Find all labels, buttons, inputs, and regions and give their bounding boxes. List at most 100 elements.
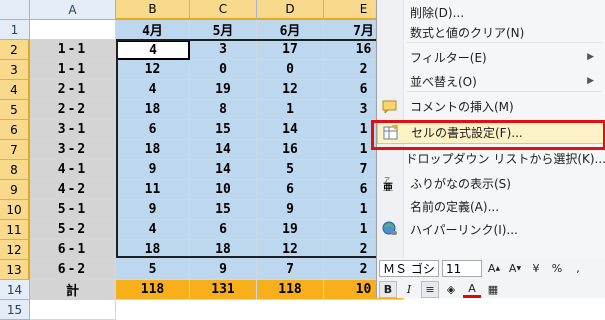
data-cell[interactable]: 12 [116,60,190,80]
total-cell[interactable]: 118 [257,280,324,300]
label-cell[interactable]: 5-2 [30,220,116,240]
menu-item-7[interactable]: ア亜ふりがなの表示(S) [377,171,605,195]
data-cell[interactable]: 5 [116,260,190,280]
row-header-15[interactable]: 15 [0,300,30,320]
data-cell[interactable]: 6 [116,120,190,140]
row-header-4[interactable]: 4 [0,80,30,100]
select-all-corner[interactable] [0,0,30,20]
row-header-12[interactable]: 12 [0,240,30,260]
row-header-13[interactable]: 13 [0,260,30,280]
data-cell[interactable]: 0 [257,60,324,80]
data-cell[interactable]: 16 [257,140,324,160]
bold-icon[interactable]: B [379,281,397,298]
label-cell[interactable]: 6-2 [30,260,116,280]
data-cell[interactable]: 6 [257,180,324,200]
label-cell[interactable]: 2-1 [30,80,116,100]
menu-item-8[interactable]: 名前の定義(A)... [377,194,605,218]
column-header-C[interactable]: C [190,0,257,20]
font-size-box[interactable]: 11 [442,260,482,277]
row-header-10[interactable]: 10 [0,200,30,220]
row-header-2[interactable]: 2 [0,40,30,60]
row-header-14[interactable]: 14 [0,280,30,300]
row-header-11[interactable]: 11 [0,220,30,240]
data-cell[interactable]: 0 [190,60,257,80]
currency-format-icon[interactable]: ¥ [527,260,545,277]
total-label[interactable]: 計 [30,280,116,300]
menu-item-6[interactable]: ドロップダウン リストから選択(K)... [377,146,605,170]
header-cell-D[interactable]: 6月 [257,20,324,40]
data-cell[interactable]: 18 [190,240,257,260]
label-cell[interactable]: 4-2 [30,180,116,200]
font-color-icon[interactable]: A [463,281,481,298]
data-cell[interactable]: 15 [190,120,257,140]
data-cell[interactable]: 18 [116,240,190,260]
row-header-8[interactable]: 8 [0,160,30,180]
data-cell[interactable]: 12 [257,240,324,260]
data-cell[interactable]: 18 [116,100,190,120]
column-header-A[interactable]: A [30,0,116,20]
data-cell[interactable]: 14 [190,140,257,160]
row-header-1[interactable]: 1 [0,20,30,40]
label-cell[interactable]: 3-2 [30,140,116,160]
total-cell[interactable]: 118 [116,280,190,300]
menu-item-4[interactable]: コメントの挿入(M) [377,94,605,118]
cell-A1[interactable] [30,20,116,40]
percent-format-icon[interactable]: % [548,260,566,277]
data-cell[interactable]: 1 [257,100,324,120]
data-cell[interactable]: 18 [116,140,190,160]
label-cell[interactable]: 6-1 [30,240,116,260]
column-header-row: ABCDE [0,0,404,20]
data-cell[interactable]: 15 [190,200,257,220]
row-header-9[interactable]: 9 [0,180,30,200]
shrink-font-icon[interactable]: A▼ [506,260,524,277]
menu-item-5[interactable]: セルの書式設定(F)... [377,120,605,144]
menu-item-2[interactable]: フィルター(E)▶ [377,45,605,69]
menu-item-9[interactable]: ハイパーリンク(I)... [377,217,605,241]
fill-color-icon[interactable]: ◈ [442,281,460,298]
total-cell[interactable]: 131 [190,280,257,300]
data-cell[interactable]: 9 [257,200,324,220]
label-cell[interactable]: 1-1 [30,60,116,80]
data-cell[interactable]: 6 [190,220,257,240]
data-cell[interactable]: 9 [190,260,257,280]
data-cell[interactable]: 12 [257,80,324,100]
borders-icon[interactable]: ▦ [484,281,502,298]
data-cell[interactable]: 5 [257,160,324,180]
empty-cell[interactable] [30,300,116,320]
data-cell[interactable]: 19 [257,220,324,240]
data-cell[interactable]: 17 [257,40,324,60]
menu-item-1[interactable]: 数式と値のクリア(N) [377,20,605,44]
header-cell-B[interactable]: 4月 [116,20,190,40]
label-cell[interactable]: 2-2 [30,100,116,120]
align-center-icon[interactable]: ≡ [421,281,439,298]
data-cell[interactable]: 9 [116,200,190,220]
row-header-5[interactable]: 5 [0,100,30,120]
data-cell[interactable]: 11 [116,180,190,200]
column-header-B[interactable]: B [116,0,190,20]
comma-format-icon[interactable]: , [569,260,587,277]
row-header-3[interactable]: 3 [0,60,30,80]
data-cell[interactable]: 9 [116,160,190,180]
data-cell[interactable]: 14 [190,160,257,180]
data-cell[interactable]: 7 [257,260,324,280]
label-cell[interactable]: 5-1 [30,200,116,220]
data-cell[interactable]: 8 [190,100,257,120]
data-cell[interactable]: 4 [116,40,190,60]
font-name-box[interactable]: ＭＳ ゴシ [379,260,439,277]
data-cell[interactable]: 10 [190,180,257,200]
data-cell[interactable]: 4 [116,220,190,240]
label-cell[interactable]: 4-1 [30,160,116,180]
header-cell-C[interactable]: 5月 [190,20,257,40]
data-cell[interactable]: 4 [116,80,190,100]
row-header-6[interactable]: 6 [0,120,30,140]
data-cell[interactable]: 19 [190,80,257,100]
italic-icon[interactable]: I [400,281,418,298]
data-cell[interactable]: 3 [190,40,257,60]
label-cell[interactable]: 3-1 [30,120,116,140]
column-header-D[interactable]: D [257,0,324,20]
label-cell[interactable]: 1-1 [30,40,116,60]
data-cell[interactable]: 14 [257,120,324,140]
row-header-7[interactable]: 7 [0,140,30,160]
grow-font-icon[interactable]: A▲ [485,260,503,277]
menu-item-3[interactable]: 並べ替え(O)▶ [377,69,605,93]
